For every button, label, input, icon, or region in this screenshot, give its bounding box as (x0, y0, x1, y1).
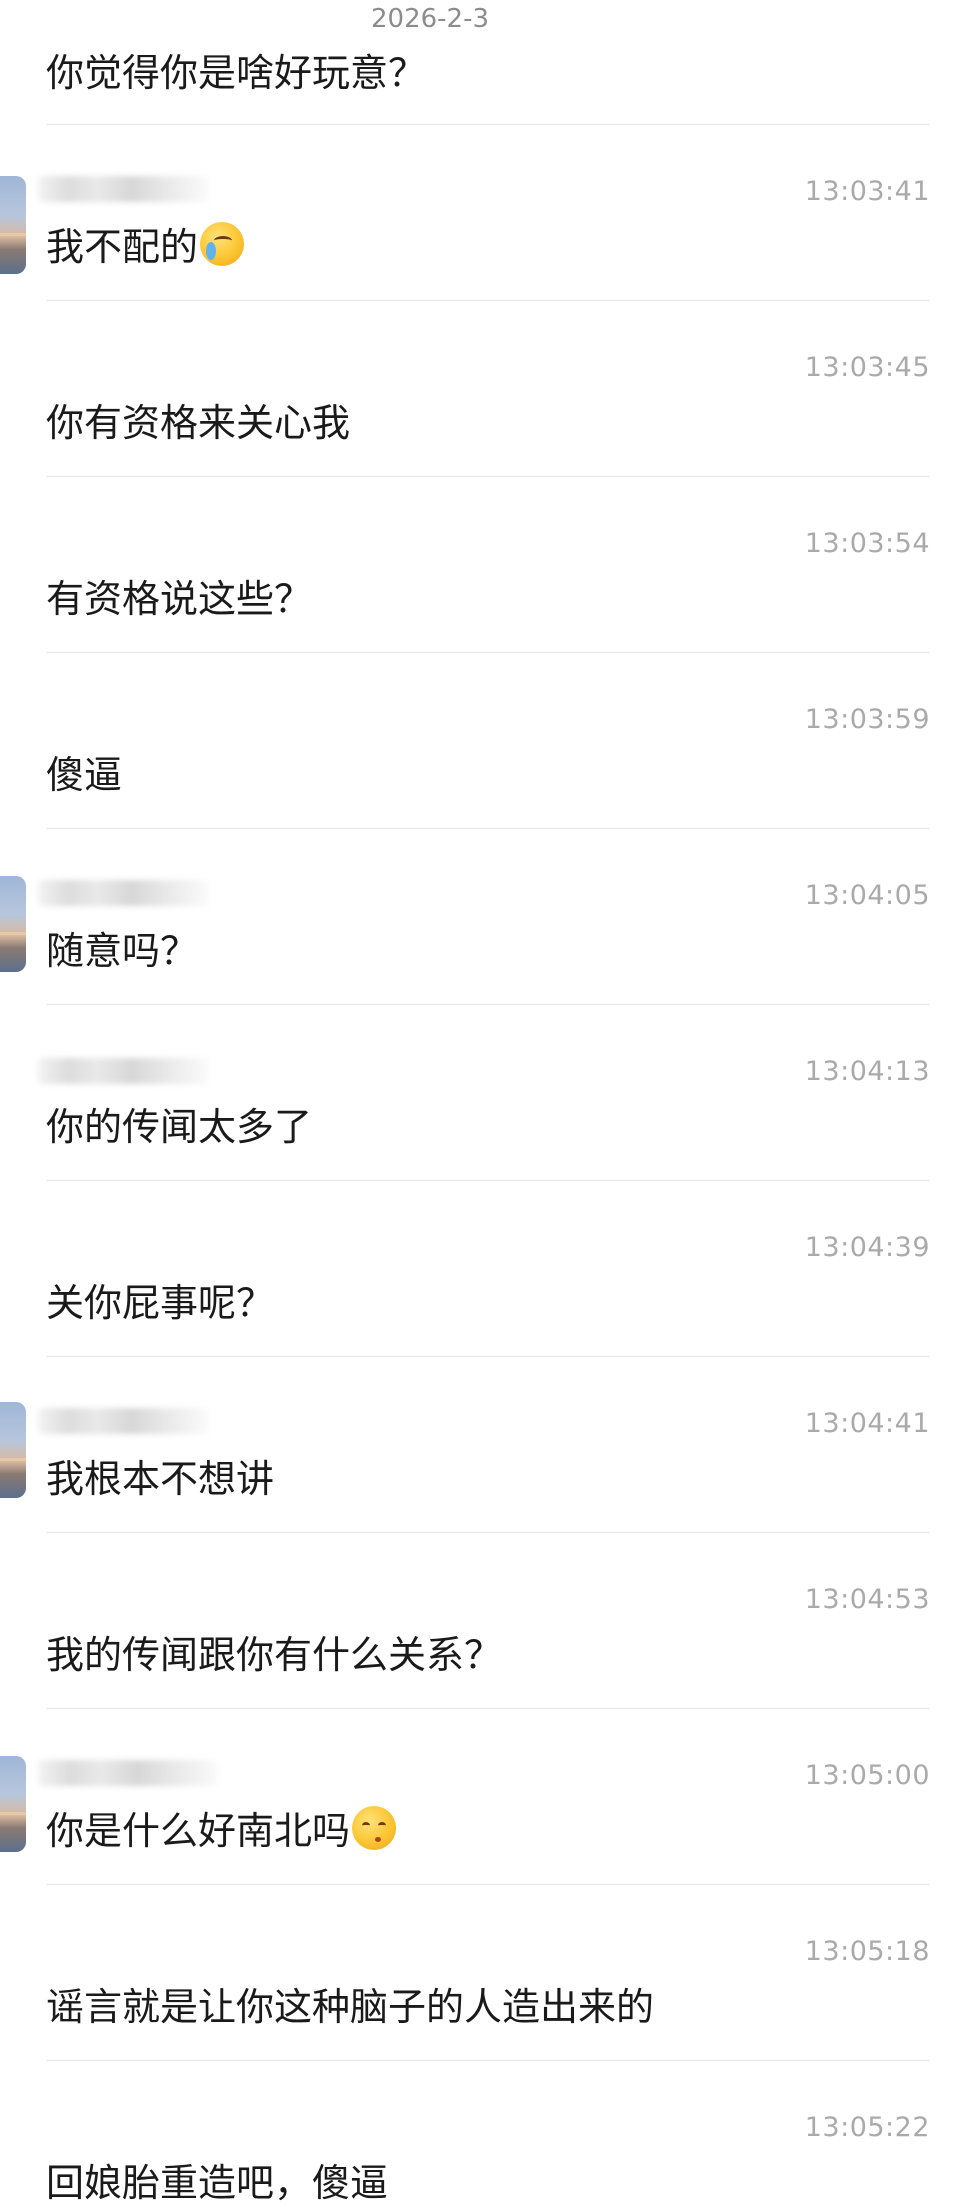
divider (46, 1180, 930, 1181)
message-time: 13:03:59 (804, 704, 930, 735)
date-header: 2026-2-3 (370, 4, 489, 34)
kissing-emoji-icon (352, 1806, 397, 1850)
sender-name-blurred (38, 1408, 208, 1434)
message-time: 13:04:13 (804, 1056, 930, 1087)
message-time: 13:05:00 (804, 1760, 930, 1791)
message-time: 13:03:45 (804, 352, 930, 383)
message-time: 13:04:41 (804, 1408, 930, 1439)
divider (46, 1532, 930, 1533)
message-text: 谣言就是让你这种脑子的人造出来的 (46, 1985, 655, 2029)
message-text: 我的传闻跟你有什么关系？ (46, 1633, 503, 1677)
message-text: 傻逼 (46, 753, 123, 797)
message-text: 你有资格来关心我 (46, 401, 351, 445)
message-text: 随意吗？ (46, 929, 199, 973)
avatar[interactable] (0, 176, 26, 274)
sender-name-blurred (38, 176, 208, 202)
divider (46, 124, 930, 125)
message-time: 13:04:39 (804, 1232, 930, 1263)
divider (46, 2060, 930, 2061)
divider (46, 1004, 930, 1005)
message-time: 13:05:22 (804, 2112, 930, 2143)
divider (46, 1708, 930, 1709)
message-time: 13:05:18 (804, 1936, 930, 1967)
message-text: 关你屁事呢？ (46, 1281, 275, 1325)
message-time: 13:04:53 (804, 1584, 930, 1615)
message-text: 回娘胎重造吧，傻逼 (46, 2161, 389, 2205)
message-text: 我根本不想讲 (46, 1457, 275, 1501)
message-text: 你是什么好南北吗 (46, 1800, 397, 1855)
divider (46, 300, 930, 301)
avatar[interactable] (0, 876, 26, 972)
message-time: 13:04:05 (804, 880, 930, 911)
sender-name-blurred (38, 1058, 208, 1084)
divider (46, 1356, 930, 1357)
sender-name-blurred (38, 1760, 218, 1786)
avatar[interactable] (0, 1756, 26, 1852)
message-text: 我不配的 (46, 216, 245, 271)
avatar[interactable] (0, 1402, 26, 1498)
divider (46, 652, 930, 653)
message-text: 你觉得你是啥好玩意？ (46, 51, 427, 95)
message-time: 13:03:54 (804, 528, 930, 559)
crying-emoji-icon (200, 222, 245, 266)
sender-name-blurred (38, 880, 208, 906)
divider (46, 828, 930, 829)
message-text: 有资格说这些？ (46, 577, 313, 621)
divider (46, 476, 930, 477)
divider (46, 1884, 930, 1885)
message-time: 13:03:41 (804, 176, 930, 207)
message-text: 你的传闻太多了 (46, 1105, 313, 1149)
